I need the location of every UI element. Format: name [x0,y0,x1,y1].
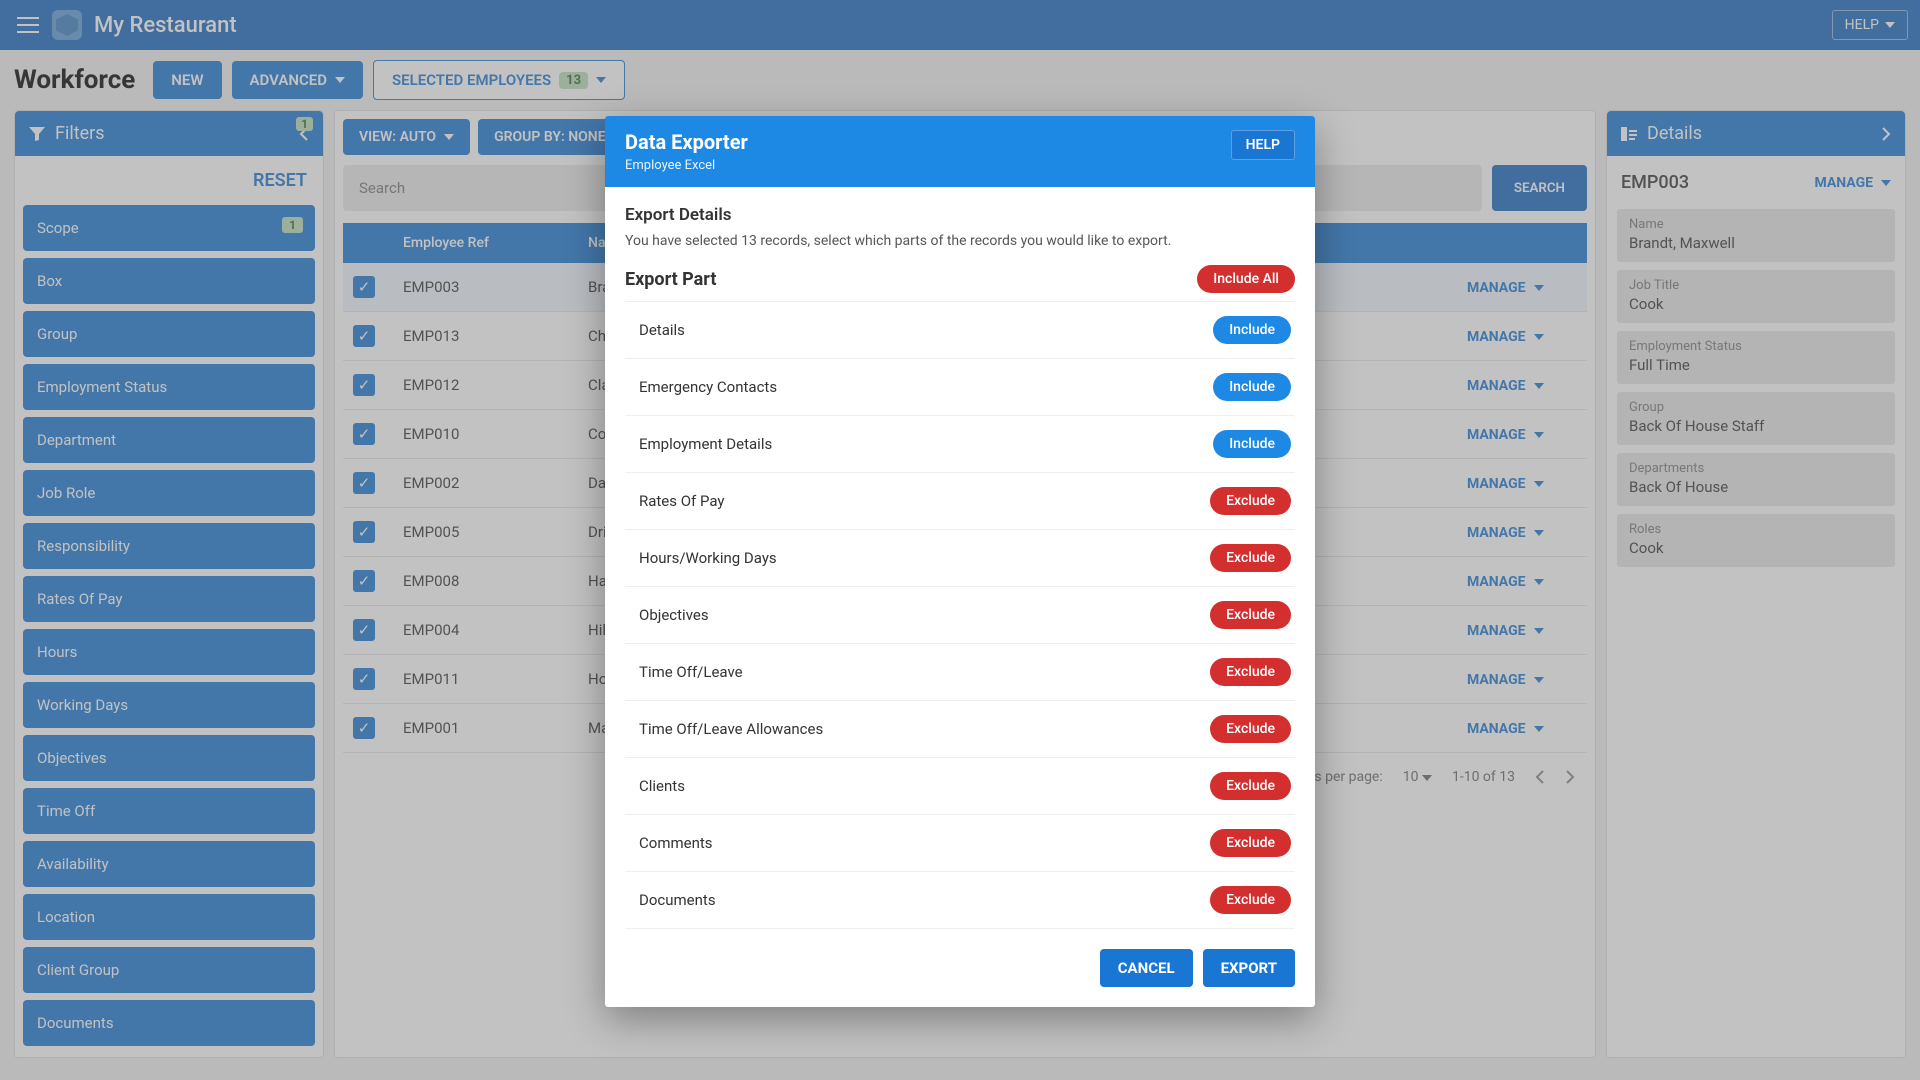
part-toggle[interactable]: Exclude [1210,601,1291,629]
part-toggle[interactable]: Exclude [1210,544,1291,572]
modal-header: Data Exporter Employee Excel HELP [605,116,1315,187]
export-part-row: Employment Details Include [625,416,1295,473]
modal-subtitle: Employee Excel [625,158,748,173]
modal-title: Data Exporter [625,130,748,154]
export-part-row: Time Off/Leave Exclude [625,644,1295,701]
part-toggle[interactable]: Include [1213,316,1291,344]
part-name: Comments [639,834,713,852]
export-part-row: Hours/Working Days Exclude [625,530,1295,587]
export-part-row: Time Off/Leave Allowances Exclude [625,701,1295,758]
part-name: Documents [639,891,716,909]
part-toggle[interactable]: Exclude [1210,487,1291,515]
part-name: Time Off/Leave [639,663,743,681]
modal-scrim[interactable]: Data Exporter Employee Excel HELP Export… [0,0,1920,1080]
export-part-row: Objectives Exclude [625,587,1295,644]
part-toggle[interactable]: Exclude [1210,829,1291,857]
cancel-button[interactable]: CANCEL [1100,949,1193,987]
part-toggle[interactable]: Include [1213,430,1291,458]
part-name: Objectives [639,606,709,624]
part-toggle[interactable]: Exclude [1210,658,1291,686]
include-all-toggle[interactable]: Include All [1197,265,1295,293]
export-part-row: Rates Of Pay Exclude [625,473,1295,530]
part-name: Clients [639,777,685,795]
modal-help-button[interactable]: HELP [1231,130,1295,160]
modal-section-title: Export Details [625,205,1295,225]
export-button[interactable]: EXPORT [1203,949,1295,987]
modal-desc: You have selected 13 records, select whi… [625,233,1295,249]
part-name: Details [639,321,685,339]
part-toggle[interactable]: Exclude [1210,772,1291,800]
part-name: Time Off/Leave Allowances [639,720,823,738]
export-part-label: Export Part [625,269,716,290]
export-part-row: Documents Exclude [625,872,1295,929]
part-name: Rates Of Pay [639,492,725,510]
data-exporter-modal: Data Exporter Employee Excel HELP Export… [605,116,1315,1007]
part-name: Employment Details [639,435,772,453]
part-name: Emergency Contacts [639,378,777,396]
part-toggle[interactable]: Include [1213,373,1291,401]
export-part-row: Clients Exclude [625,758,1295,815]
part-toggle[interactable]: Exclude [1210,886,1291,914]
export-part-row: Emergency Contacts Include [625,359,1295,416]
part-name: Hours/Working Days [639,549,777,567]
part-toggle[interactable]: Exclude [1210,715,1291,743]
export-part-row: Details Include [625,301,1295,359]
export-part-row: Comments Exclude [625,815,1295,872]
